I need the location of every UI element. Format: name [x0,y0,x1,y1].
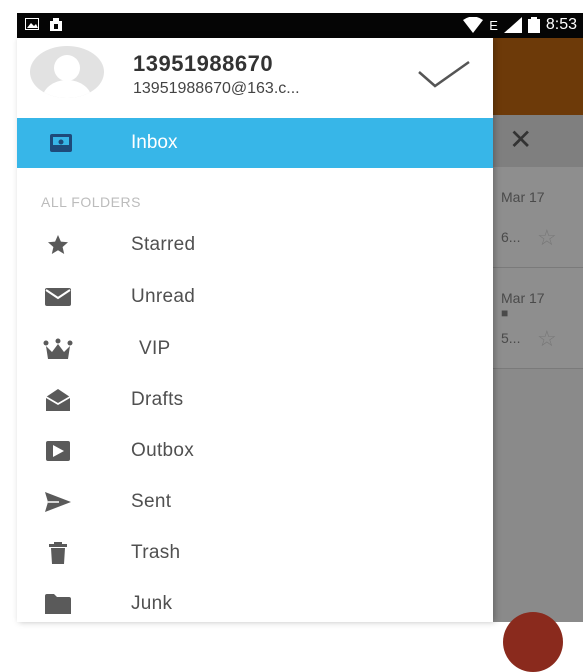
image-notification-icon [25,18,39,30]
app-notification-icon [50,18,62,31]
star-icon [43,232,73,258]
message-date: Mar 17 [501,189,545,205]
sidebar-item-label: Outbox [131,440,195,461]
envelope-icon [43,284,73,310]
wifi-icon [463,17,484,33]
sidebar-item-outbox[interactable]: Outbox [17,426,493,476]
account-name: 13951988670 [133,51,274,76]
sidebar-item-label: Sent [131,491,172,512]
sidebar-item-trash[interactable]: Trash [17,528,493,578]
sidebar-item-sent[interactable]: Sent [17,477,493,527]
sidebar-item-drafts[interactable]: Drafts [17,375,493,425]
avatar-head [54,55,80,81]
check-icon[interactable] [417,58,471,90]
avatar-body [42,80,92,98]
network-type: E [489,17,498,33]
crown-icon [43,336,73,362]
avatar[interactable] [30,46,104,98]
outbox-icon [43,438,73,464]
app-subbar: ✕ [493,115,583,167]
compose-button[interactable] [503,612,563,672]
star-outline-icon[interactable]: ☆ [537,225,557,251]
close-icon[interactable]: ✕ [509,123,532,156]
signal-icon [503,17,522,33]
message-snippet: 6... [501,229,521,245]
sidebar-item-label: VIP [139,338,171,359]
sidebar-item-label: Drafts [131,389,184,410]
send-icon [43,489,73,515]
app-toolbar [493,38,583,115]
list-item[interactable]: Mar 17 6... ☆ [493,167,583,268]
bullet-mark: ■ [501,306,509,320]
status-bar: E 8:53 [17,13,583,38]
section-title: ALL FOLDERS [41,194,141,210]
account-header[interactable]: 13951988670 13951988670@163.c... [17,38,493,115]
sidebar-item-label: Unread [131,286,196,307]
navigation-drawer: 13951988670 13951988670@163.c... Inbox A… [17,38,493,622]
sidebar-item-label: Trash [131,542,181,563]
star-outline-icon[interactable]: ☆ [537,326,557,352]
list-item[interactable]: Mar 17 ■ 5... ☆ [493,268,583,369]
sidebar-item-vip[interactable]: VIP [17,324,493,374]
folder-icon [43,591,73,617]
sidebar-item-starred[interactable]: Starred [17,220,493,270]
sidebar-item-label: Starred [131,234,196,255]
sidebar-item-inbox[interactable]: Inbox [17,118,493,168]
clock: 8:53 [545,16,577,33]
trash-icon [43,540,73,566]
inbox-icon [50,134,72,152]
sidebar-item-unread[interactable]: Unread [17,272,493,322]
sidebar-item-label: Junk [131,593,173,614]
open-envelope-icon [43,387,73,413]
account-email: 13951988670@163.c... [133,80,300,97]
message-snippet: 5... [501,330,521,346]
sidebar-item-label: Inbox [131,132,178,153]
message-date: Mar 17 [501,290,545,306]
mail-list-background: ✕ Mar 17 6... ☆ Mar 17 ■ 5... ☆ [493,38,583,672]
battery-icon [527,17,540,33]
